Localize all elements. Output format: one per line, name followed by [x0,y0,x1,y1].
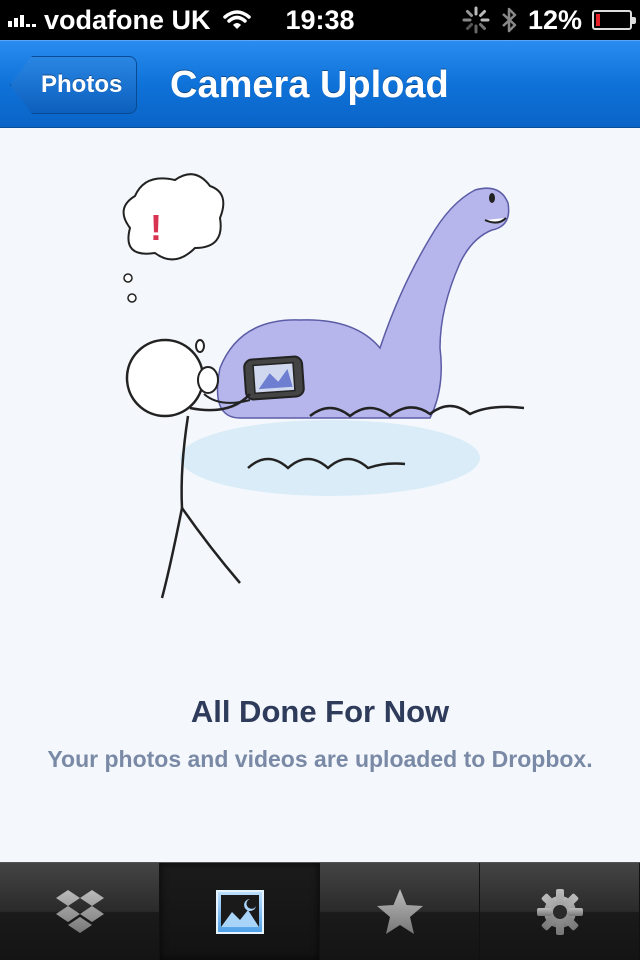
page-title: Camera Upload [170,64,449,106]
tab-bar [0,862,640,960]
activity-spinner-icon [462,6,490,34]
dropbox-icon [55,889,104,933]
photos-icon [215,889,264,934]
tab-favorites[interactable] [320,863,480,960]
battery-icon [592,10,636,30]
svg-text:!: ! [150,207,162,248]
camera-upload-content: ! All Done For Now Your photos and video… [0,128,640,862]
battery-fill [596,14,600,26]
tab-dropbox[interactable] [0,863,160,960]
bluetooth-icon [502,7,517,33]
favorites-star-icon [376,888,423,934]
navigation-bar: Photos Camera Upload [0,40,640,128]
settings-gear-icon [536,888,583,935]
status-right: 12% [462,4,636,36]
empty-state-title: All Done For Now [190,694,450,729]
back-button-photos[interactable]: Photos [10,56,137,114]
tab-photos[interactable] [160,863,320,960]
battery-percent: 12% [527,4,582,35]
status-bar: vodafone UK 19:38 12% [0,0,640,40]
empty-state-subtitle: Your photos and videos are uploaded to D… [47,746,593,772]
tab-settings[interactable] [480,863,640,960]
lake-monster-illustration: ! [122,173,525,599]
